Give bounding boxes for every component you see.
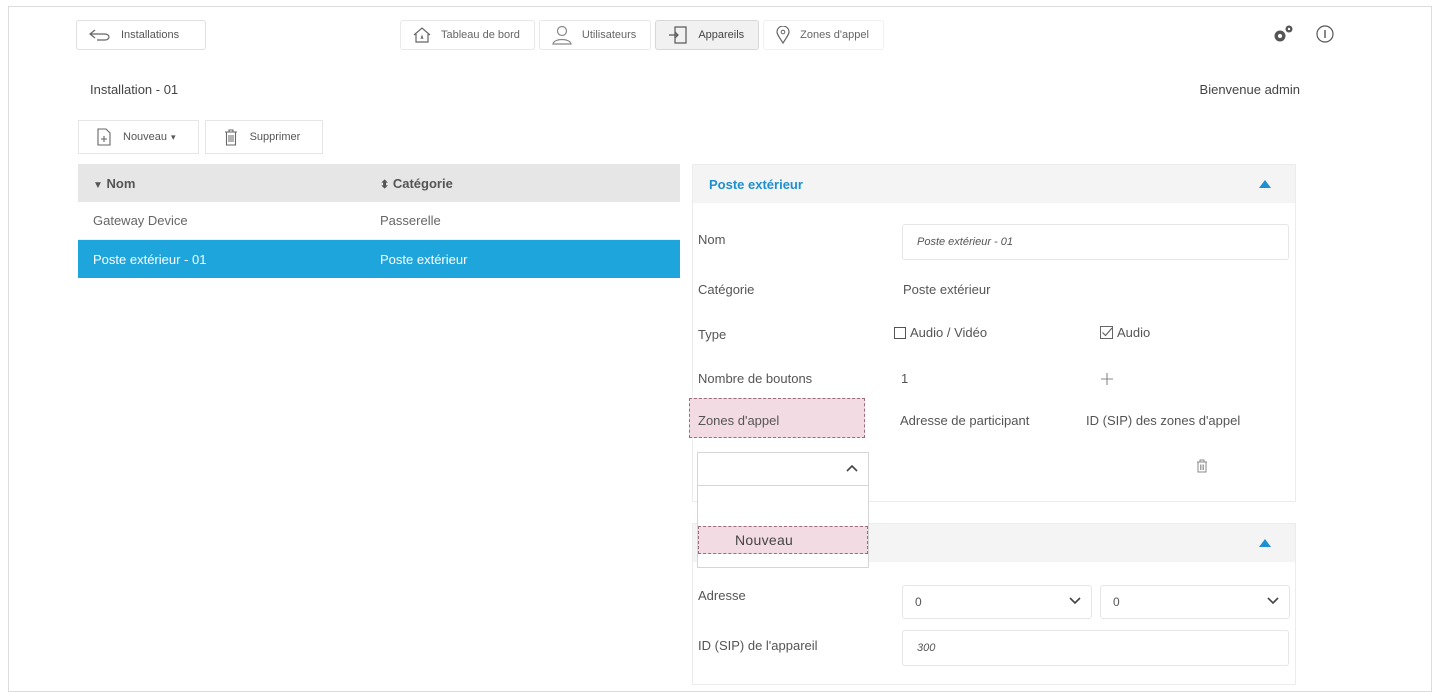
- sort-both-icon: ⬍: [380, 178, 390, 191]
- back-to-installations-button[interactable]: Installations: [76, 20, 206, 50]
- chevron-down-icon: [1069, 597, 1081, 605]
- tab-devices-label: Appareils: [698, 29, 745, 41]
- tab-users-label: Utilisateurs: [581, 29, 637, 41]
- toolbar: Nouveau ▾ Supprimer: [78, 120, 324, 154]
- participant-address-header: Adresse de participant: [900, 413, 1030, 428]
- address-select-1[interactable]: 0: [902, 585, 1092, 619]
- checkbox-unchecked-icon[interactable]: [894, 326, 906, 339]
- dropdown-option-new[interactable]: Nouveau: [698, 526, 868, 554]
- user-icon: [552, 25, 572, 45]
- cell-category: Passerelle: [380, 213, 441, 228]
- new-button[interactable]: Nouveau ▾: [78, 120, 199, 154]
- call-zone-dropdown-list: Nouveau: [697, 486, 869, 568]
- new-dropdown-caret: ▾: [171, 131, 176, 142]
- call-zone-select[interactable]: [697, 452, 869, 486]
- type-audio-video-label: Audio / Vidéo: [910, 325, 988, 340]
- device-details-header[interactable]: Poste extérieur: [693, 165, 1295, 203]
- name-input[interactable]: Poste extérieur - 01: [902, 224, 1289, 260]
- cell-name: Poste extérieur - 01: [93, 251, 207, 267]
- top-bar: Installations Tableau de bord Utilisateu…: [60, 8, 1334, 58]
- top-icons: [1272, 24, 1334, 44]
- checkbox-checked-icon[interactable]: [1100, 326, 1113, 339]
- cell-category: Poste extérieur: [380, 251, 468, 267]
- tab-call-zones[interactable]: Zones d'appel: [763, 20, 884, 50]
- location-pin-icon: [776, 26, 790, 44]
- chevron-down-icon: [1267, 597, 1279, 605]
- column-header-category[interactable]: ⬍ Catégorie: [380, 176, 680, 191]
- address-label: Adresse: [698, 588, 746, 603]
- type-audio-video-option[interactable]: Audio / Vidéo: [894, 325, 987, 340]
- table-row[interactable]: Gateway Device Passerelle: [78, 202, 680, 240]
- category-label: Catégorie: [698, 282, 755, 297]
- tab-call-zones-label: Zones d'appel: [800, 29, 869, 41]
- devices-table: ▼ Nom ⬍ Catégorie Gateway Device Passere…: [78, 164, 680, 278]
- new-button-label: Nouveau: [123, 131, 168, 143]
- info-icon[interactable]: [1316, 25, 1334, 43]
- collapse-caret-icon[interactable]: [1259, 539, 1271, 547]
- sort-desc-icon: ▼: [93, 179, 103, 191]
- panel-title: Poste extérieur: [709, 176, 803, 192]
- gears-icon[interactable]: [1272, 24, 1294, 44]
- collapse-caret-icon[interactable]: [1259, 180, 1271, 188]
- call-zones-label: Zones d'appel: [698, 413, 780, 428]
- column-name-label: Nom: [106, 175, 136, 191]
- address-select-2[interactable]: 0: [1100, 585, 1290, 619]
- main-nav: Tableau de bord Utilisateurs Appareils Z…: [400, 20, 884, 50]
- table-row-selected[interactable]: Poste extérieur - 01 Poste extérieur: [78, 240, 680, 278]
- tab-dashboard-label: Tableau de bord: [441, 29, 520, 41]
- category-value: Poste extérieur: [903, 282, 991, 297]
- new-file-icon: [97, 128, 111, 146]
- tab-devices[interactable]: Appareils: [655, 20, 760, 50]
- type-audio-option[interactable]: Audio: [1100, 325, 1150, 340]
- name-label: Nom: [698, 232, 726, 247]
- type-audio-label: Audio: [1117, 325, 1151, 340]
- plus-icon[interactable]: [1100, 372, 1114, 386]
- device-icon: [669, 26, 687, 44]
- cell-name: Gateway Device: [93, 213, 188, 228]
- trash-icon: [224, 129, 237, 146]
- device-sip-id-label: ID (SIP) de l'appareil: [698, 638, 818, 653]
- chevron-up-icon: [846, 464, 858, 472]
- table-header: ▼ Nom ⬍ Catégorie: [78, 164, 680, 202]
- home-icon: [413, 27, 431, 43]
- welcome-text: Bienvenue admin: [1199, 82, 1300, 97]
- tab-users[interactable]: Utilisateurs: [538, 20, 652, 50]
- address-select-2-value: 0: [1113, 595, 1120, 609]
- delete-button[interactable]: Supprimer: [204, 120, 324, 154]
- trash-icon[interactable]: [1196, 459, 1208, 473]
- sip-zone-id-header: ID (SIP) des zones d'appel: [1086, 413, 1241, 428]
- buttons-count-value: 1: [901, 371, 909, 386]
- column-category-label: Catégorie: [392, 175, 453, 191]
- back-arrow-icon: [89, 29, 110, 41]
- type-label: Type: [698, 327, 727, 342]
- device-sip-id-input[interactable]: 300: [902, 630, 1289, 666]
- address-select-1-value: 0: [915, 595, 922, 609]
- delete-button-label: Supprimer: [249, 131, 301, 143]
- buttons-count-label: Nombre de boutons: [698, 371, 813, 386]
- tab-dashboard[interactable]: Tableau de bord: [400, 20, 535, 50]
- installation-title: Installation - 01: [90, 82, 179, 97]
- column-header-name[interactable]: ▼ Nom: [78, 176, 380, 191]
- back-button-label: Installations: [121, 29, 180, 41]
